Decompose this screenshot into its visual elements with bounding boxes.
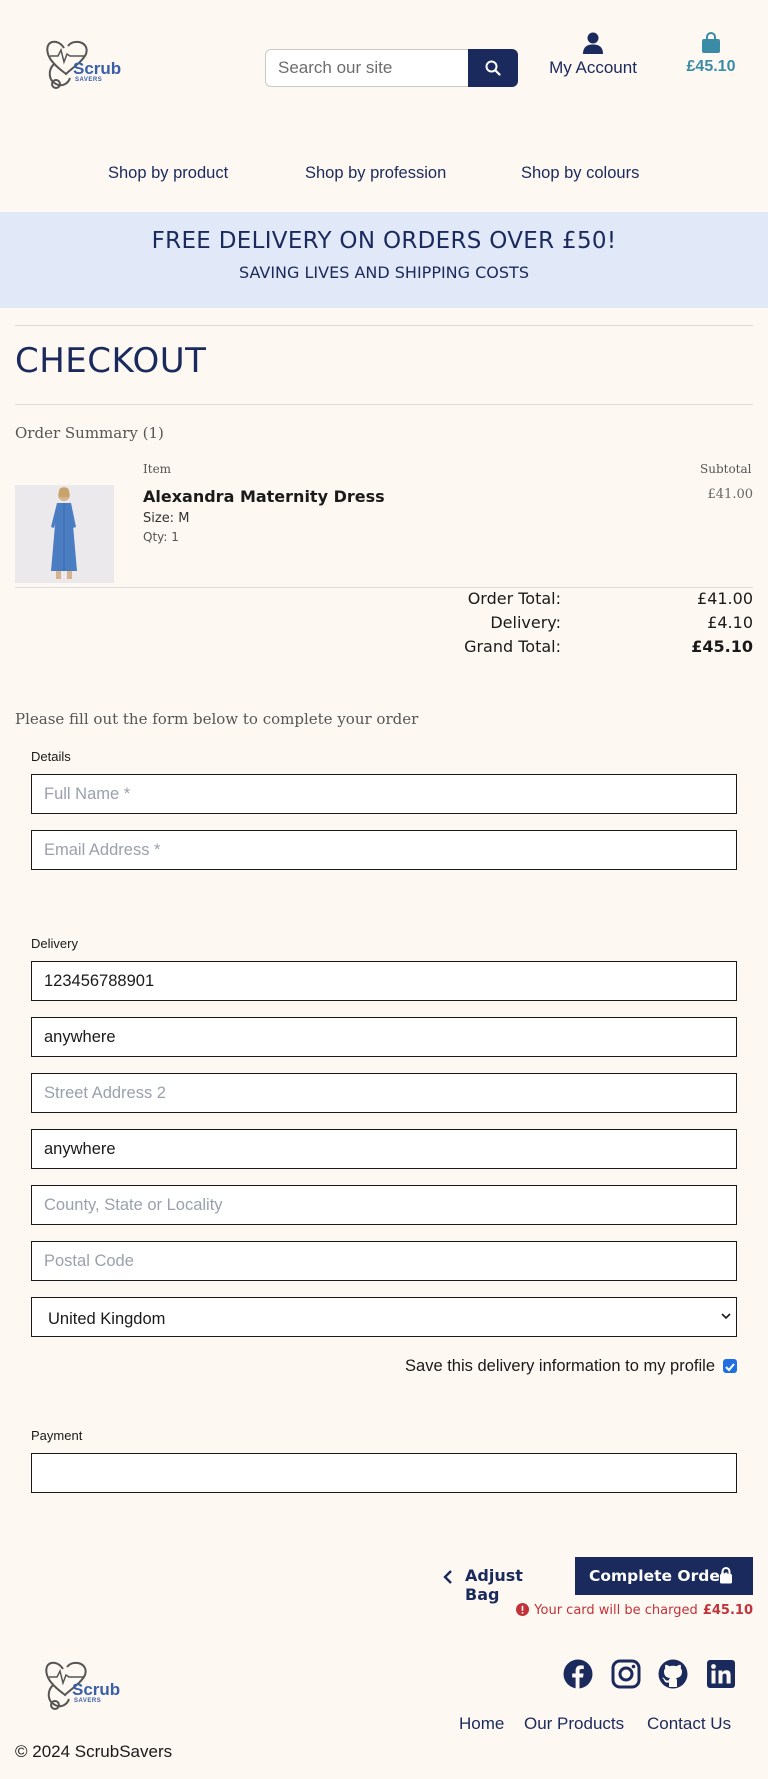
product-image [15, 485, 114, 583]
instagram-icon[interactable] [611, 1659, 641, 1689]
nav-shop-by-profession[interactable]: Shop by profession [305, 164, 446, 183]
charge-notice: Your card will be charged £45.10 [500, 1599, 753, 1619]
column-header-item: Item [143, 462, 172, 476]
grand-total-label: Grand Total: [464, 637, 561, 656]
delivery-label: Delivery: [490, 613, 561, 632]
footer-link-home[interactable]: Home [459, 1714, 504, 1734]
divider [15, 404, 753, 405]
shopping-bag-link[interactable]: £45.10 [680, 30, 766, 80]
lock-icon [720, 1567, 732, 1584]
my-account-label: My Account [549, 58, 637, 77]
facebook-icon[interactable] [563, 1659, 593, 1689]
nav-shop-by-product[interactable]: Shop by product [108, 164, 228, 183]
bag-total: £45.10 [686, 58, 736, 75]
form-intro: Please fill out the form below to comple… [15, 710, 419, 728]
phone-number-field[interactable] [31, 961, 737, 1001]
payment-section-label: Payment [31, 1428, 83, 1443]
complete-order-button[interactable]: Complete Order [575, 1557, 753, 1595]
order-totals: Order Total: £41.00 Delivery: £4.10 Gran… [440, 589, 753, 661]
delivery-value: £4.10 [707, 613, 753, 632]
search-icon [485, 60, 501, 76]
nav-shop-by-colours[interactable]: Shop by colours [521, 164, 639, 183]
complete-order-label: Complete Order [589, 1567, 728, 1585]
divider [15, 587, 753, 588]
user-icon [583, 32, 603, 54]
postal-code-field[interactable] [31, 1241, 737, 1281]
chevron-down-icon [721, 1313, 731, 1320]
github-icon[interactable] [658, 1659, 688, 1689]
order-total-label: Order Total: [467, 589, 561, 608]
grand-total-value: £45.10 [691, 637, 753, 656]
banner-subline: SAVING LIVES AND SHIPPING COSTS [239, 263, 529, 282]
email-field[interactable] [31, 830, 737, 870]
adjust-bag-button[interactable]: Adjust Bag [438, 1558, 560, 1604]
product-price: £41.00 [707, 487, 754, 502]
logo-tagline: SAVERS [75, 77, 103, 83]
card-element-field[interactable] [31, 1453, 737, 1493]
order-summary-title: Order Summary (1) [15, 424, 164, 442]
main-nav: Shop by product Shop by profession Shop … [0, 160, 768, 188]
charge-amount: £45.10 [702, 1603, 753, 1618]
copyright: © 2024 ScrubSavers [15, 1742, 173, 1761]
chevron-left-icon [443, 1570, 452, 1584]
save-info-row: Save this delivery information to my pro… [380, 1355, 737, 1379]
order-total-value: £41.00 [697, 589, 753, 608]
delivery-row: Delivery: £4.10 [440, 613, 753, 637]
county-field[interactable] [31, 1185, 737, 1225]
footer-link-our-products[interactable]: Our Products [524, 1714, 624, 1734]
logo-text: Scrub [73, 59, 122, 78]
footer-logo[interactable]: Scrub SAVERS [43, 1655, 123, 1713]
order-total-row: Order Total: £41.00 [440, 589, 753, 613]
charge-text: Your card will be charged [534, 1603, 698, 1618]
street-address-1-field[interactable] [31, 1017, 737, 1057]
check-icon [725, 1363, 735, 1372]
country-selected-value: United Kingdom [48, 1310, 166, 1328]
banner-headline: FREE DELIVERY ON ORDERS OVER £50! [151, 228, 617, 254]
search-button[interactable] [468, 49, 518, 87]
street-address-2-field[interactable] [31, 1073, 737, 1113]
save-info-label: Save this delivery information to my pro… [405, 1357, 715, 1375]
linkedin-icon[interactable] [706, 1659, 736, 1689]
grand-total-row: Grand Total: £45.10 [440, 637, 753, 661]
town-or-city-field[interactable] [31, 1129, 737, 1169]
delivery-section-label: Delivery [31, 936, 78, 951]
footer-link-contact-us[interactable]: Contact Us [647, 1714, 731, 1734]
product-size: Size: M [143, 511, 190, 526]
logo-tagline: SAVERS [74, 1698, 102, 1704]
product-name: Alexandra Maternity Dress [143, 487, 385, 506]
product-quantity: Qty: 1 [143, 530, 179, 544]
divider [15, 325, 753, 326]
logo-text: Scrub [72, 1680, 121, 1699]
delivery-banner: FREE DELIVERY ON ORDERS OVER £50! SAVING… [0, 212, 768, 308]
search-input[interactable] [265, 49, 470, 87]
search-bar [265, 49, 518, 87]
site-logo[interactable]: Scrub SAVERS [44, 34, 124, 92]
exclamation-circle-icon [516, 1603, 530, 1616]
country-select[interactable]: United Kingdom [31, 1297, 737, 1337]
my-account-link[interactable]: My Account [540, 30, 646, 80]
page-title: CHECKOUT [15, 341, 207, 381]
save-info-checkbox[interactable] [723, 1359, 737, 1373]
details-section-label: Details [31, 749, 71, 764]
column-header-subtotal: Subtotal [700, 462, 752, 476]
shopping-bag-icon [702, 32, 720, 53]
full-name-field[interactable] [31, 774, 737, 814]
site-header: Scrub SAVERS My Account £45.10 [0, 0, 768, 135]
